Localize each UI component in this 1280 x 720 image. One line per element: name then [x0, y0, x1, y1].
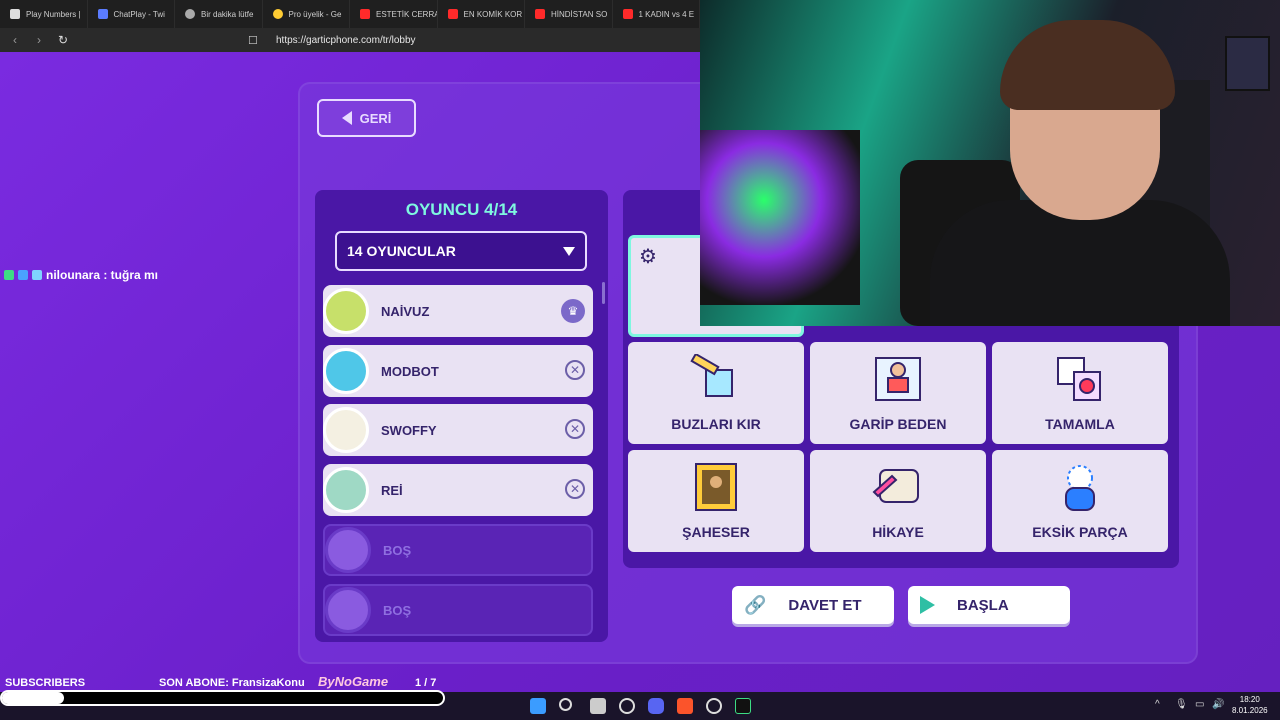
player-name: BOŞ: [383, 602, 412, 618]
player-name: BOŞ: [383, 542, 412, 558]
player-name: REİ: [381, 482, 403, 498]
tab-favicon-icon: [185, 9, 195, 19]
youtube-icon: [535, 9, 545, 19]
file-explorer-icon[interactable]: [590, 698, 606, 714]
players-scrollbar[interactable]: [602, 282, 605, 304]
mode-card[interactable]: EKSİK PARÇA: [992, 450, 1168, 552]
mode-card[interactable]: BUZLARI KIR: [628, 342, 804, 444]
tab-favicon-icon: [10, 9, 20, 19]
avatar: [323, 407, 369, 453]
badge-icon: [32, 270, 42, 280]
missing-piece-icon: [1065, 465, 1095, 511]
browser-tab[interactable]: Play Numbers |: [0, 0, 88, 28]
kick-icon[interactable]: ✕: [565, 479, 585, 499]
back-arrow-icon: [341, 111, 352, 125]
mona-lisa-icon: [695, 463, 737, 511]
browser-tab[interactable]: 1 KADIN vs 4 E: [613, 0, 700, 28]
mode-card[interactable]: ŞAHESER: [628, 450, 804, 552]
windows-start-icon[interactable]: [530, 698, 546, 714]
discord-icon[interactable]: [648, 698, 664, 714]
stream-overlay: SUBSCRIBERS SON ABONE: FransizaKonu ByNo…: [0, 672, 1280, 692]
chevron-down-icon: [563, 246, 575, 256]
youtube-icon: [622, 9, 633, 19]
browser-tab[interactable]: ChatPlay - Twi: [88, 0, 175, 28]
chat-message: nilounara : tuğra mı: [4, 268, 158, 282]
chatgpt-icon[interactable]: [619, 698, 635, 714]
webcam-overlay: [700, 0, 1280, 326]
play-icon: [920, 596, 935, 614]
player-row: REİ ✕: [323, 464, 593, 516]
player-row: MODBOT ✕: [323, 345, 593, 397]
display-icon[interactable]: ▭: [1195, 699, 1204, 710]
pager: 1 / 7: [415, 677, 437, 689]
mode-card[interactable]: TAMAMLA: [992, 342, 1168, 444]
scroll-quill-icon: [872, 469, 919, 503]
browser-tab[interactable]: HİNDİSTAN SO: [525, 0, 613, 28]
browser-tab[interactable]: EN KOMİK KOR: [438, 0, 525, 28]
brand-logo: ByNoGame: [318, 674, 389, 689]
player-limit-select[interactable]: 14 OYUNCULAR: [335, 231, 587, 271]
obs-icon[interactable]: [706, 698, 722, 714]
kick-icon[interactable]: ✕: [565, 419, 585, 439]
badge-icon: [18, 270, 28, 280]
youtube-icon: [447, 9, 458, 19]
players-panel: OYUNCU 4/14 14 OYUNCULAR NAİVUZ ♛ MODBOT…: [315, 190, 608, 642]
browser-toolbar: ‹ › ↻ ☐ https://garticphone.com/tr/lobby: [0, 28, 700, 52]
last-subscriber: SON ABONE: FransizaKonu: [159, 677, 305, 689]
subscriber-progress-bar: [0, 690, 445, 706]
terminal-icon[interactable]: [735, 698, 751, 714]
player-row: SWOFFY ✕: [323, 404, 593, 456]
clock[interactable]: 18:20 8.01.2026: [1232, 694, 1268, 716]
empty-slot: BOŞ: [323, 584, 593, 636]
progress-fill: [2, 692, 64, 704]
player-name: NAİVUZ: [381, 303, 430, 319]
reload-icon[interactable]: ↻: [56, 33, 70, 47]
speaker-icon[interactable]: 🔊: [1212, 699, 1224, 710]
player-row: NAİVUZ ♛: [323, 285, 593, 337]
forward-arrow-icon[interactable]: ›: [32, 33, 46, 47]
brave-icon[interactable]: [677, 698, 693, 714]
players-title: OYUNCU 4/14: [405, 200, 518, 219]
back-button[interactable]: GERİ: [317, 99, 416, 137]
poster-image: [700, 130, 860, 305]
back-arrow-icon[interactable]: ‹: [8, 33, 22, 47]
player-name: SWOFFY: [381, 422, 437, 438]
browser-tab-bar: Play Numbers | ChatPlay - Twi Bir dakika…: [0, 0, 700, 28]
browser-tab[interactable]: Bir dakika lütfe: [175, 0, 263, 28]
kick-icon[interactable]: ✕: [565, 360, 585, 380]
invite-button[interactable]: 🔗 DAVET ET: [732, 586, 894, 624]
avatar: [323, 348, 369, 394]
search-icon[interactable]: [559, 698, 572, 711]
microphone-icon[interactable]: 🎙: [1175, 699, 1188, 710]
mode-card[interactable]: GARİP BEDEN: [810, 342, 986, 444]
crown-icon: ♛: [561, 299, 585, 323]
tab-favicon-icon: [97, 9, 108, 19]
subscribers-label: SUBSCRIBERS: [5, 677, 86, 689]
start-button[interactable]: BAŞLA: [908, 586, 1070, 624]
tab-favicon-icon: [272, 9, 283, 19]
browser-tab[interactable]: Pro üyelik - Ge: [263, 0, 350, 28]
badge-icon: [4, 270, 14, 280]
browser-tab[interactable]: ESTETİK CERRA: [350, 0, 438, 28]
address-bar[interactable]: https://garticphone.com/tr/lobby: [276, 35, 416, 46]
wall-frame-image: [1225, 36, 1270, 91]
gear-icon[interactable]: ⚙: [639, 244, 657, 269]
puzzle-apple-icon: [1057, 357, 1101, 401]
player-name: MODBOT: [381, 363, 439, 379]
mode-card[interactable]: HİKAYE: [810, 450, 986, 552]
ice-hammer-icon: [690, 354, 733, 397]
avatar: [323, 288, 369, 334]
streamer-hair: [1000, 20, 1175, 110]
empty-slot: BOŞ: [323, 524, 593, 576]
link-icon: 🔗: [744, 594, 767, 615]
avatar: [323, 467, 369, 513]
odd-body-icon: [875, 357, 921, 401]
youtube-icon: [360, 9, 370, 19]
avatar: [325, 587, 371, 633]
avatar: [325, 527, 371, 573]
chat-text: nilounara : tuğra mı: [46, 268, 159, 282]
bookmark-icon[interactable]: ☐: [248, 34, 258, 47]
chevron-up-icon[interactable]: ^: [1155, 699, 1160, 710]
